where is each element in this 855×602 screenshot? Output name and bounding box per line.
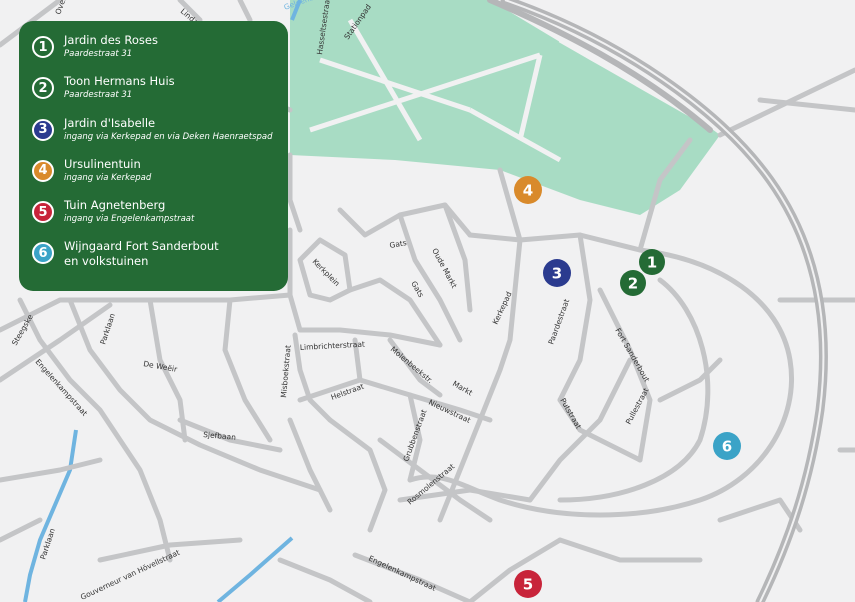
- marker-3[interactable]: 3: [543, 259, 571, 287]
- street-label: Sjefbaan: [203, 430, 237, 442]
- marker-4[interactable]: 4: [514, 176, 542, 204]
- legend-item-subtitle: ingang via Kerkepad: [64, 172, 152, 183]
- legend-text: Toon Hermans Huis Paardestraat 31: [64, 74, 175, 101]
- legend-item-subtitle: ingang via Kerkepad en via Deken Haenrae…: [64, 131, 273, 142]
- legend-badge: 3: [32, 118, 54, 141]
- legend-item-6[interactable]: 6 Wijngaard Fort Sanderbout en volkstuin…: [32, 239, 278, 280]
- legend-text: Ursulinentuin ingang via Kerkepad: [64, 157, 151, 184]
- legend-item-name: Wijngaard Fort Sanderbout: [64, 239, 219, 254]
- legend-text: Jardin d'Isabelle ingang via Kerkepad en…: [64, 116, 273, 143]
- legend-item-1[interactable]: 1 Jardin des Roses Paardestraat 31: [32, 33, 278, 74]
- legend-item-subtitle: ingang via Engelenkampstraat: [64, 214, 195, 225]
- legend-text: Jardin des Roses Paardestraat 31: [64, 33, 158, 60]
- marker-number: 5: [523, 576, 533, 594]
- legend-item-name: Jardin d'Isabelle: [64, 115, 156, 130]
- street-label: Overhovenerstraat: [53, 0, 86, 16]
- street-label: Molenbeekstr.: [389, 345, 435, 386]
- marker-2[interactable]: 2: [620, 270, 646, 296]
- legend-item-4[interactable]: 4 Ursulinentuin ingang via Kerkepad: [32, 157, 278, 198]
- legend-item-5[interactable]: 5 Tuin Agnetenberg ingang via Engelenkam…: [32, 198, 278, 239]
- marker-number: 3: [552, 265, 562, 283]
- legend-item-name: Tuin Agnetenberg: [64, 198, 166, 213]
- street-label: Fort Sanderbout: [613, 327, 651, 384]
- marker-1[interactable]: 1: [639, 249, 665, 275]
- street-label: Gats: [389, 238, 408, 250]
- street-label: Putstraat: [558, 397, 583, 431]
- legend-item-subtitle: Paardestraat 31: [64, 90, 133, 101]
- street-label: De Weëir: [143, 359, 179, 374]
- legend-item-2[interactable]: 2 Toon Hermans Huis Paardestraat 31: [32, 74, 278, 115]
- legend-item-3[interactable]: 3 Jardin d'Isabelle ingang via Kerkepad …: [32, 116, 278, 157]
- marker-6[interactable]: 6: [713, 432, 741, 460]
- legend-item-name: Toon Hermans Huis: [64, 74, 175, 89]
- marker-5[interactable]: 5: [514, 570, 542, 598]
- street-label: Parklaan: [98, 312, 117, 346]
- legend-badge: 2: [32, 77, 54, 100]
- legend-item-name: Ursulinentuin: [64, 156, 141, 171]
- marker-number: 1: [647, 254, 657, 272]
- legend-text: Wijngaard Fort Sanderbout en volkstuinen: [64, 239, 219, 269]
- legend-badge: 5: [32, 201, 54, 224]
- marker-number: 2: [628, 275, 638, 293]
- street-label: Markt: [451, 379, 474, 398]
- legend-panel: 1 Jardin des Roses Paardestraat 31 2 Too…: [19, 21, 288, 291]
- street-label: Parklaan: [38, 527, 57, 561]
- legend-item-subtitle: Paardestraat 31: [64, 49, 133, 59]
- legend-item-name: Jardin des Roses: [64, 33, 158, 47]
- legend-item-subtitle: en volkstuinen: [64, 254, 149, 269]
- street-label: Paardestraat: [546, 298, 571, 346]
- street-label: Kerkplein: [311, 257, 342, 288]
- marker-number: 6: [722, 438, 732, 456]
- street-label: Oude Markt: [430, 247, 459, 290]
- legend-text: Tuin Agnetenberg ingang via Engelenkamps…: [64, 198, 194, 225]
- legend-badge: 4: [32, 159, 54, 182]
- street-label: Gats: [409, 280, 425, 300]
- street-label: Misboekstraat: [279, 345, 293, 398]
- legend-badge: 6: [32, 242, 54, 265]
- legend-badge: 1: [32, 36, 54, 58]
- street-label: Engelenkampstraat: [367, 554, 437, 593]
- marker-number: 4: [523, 182, 533, 200]
